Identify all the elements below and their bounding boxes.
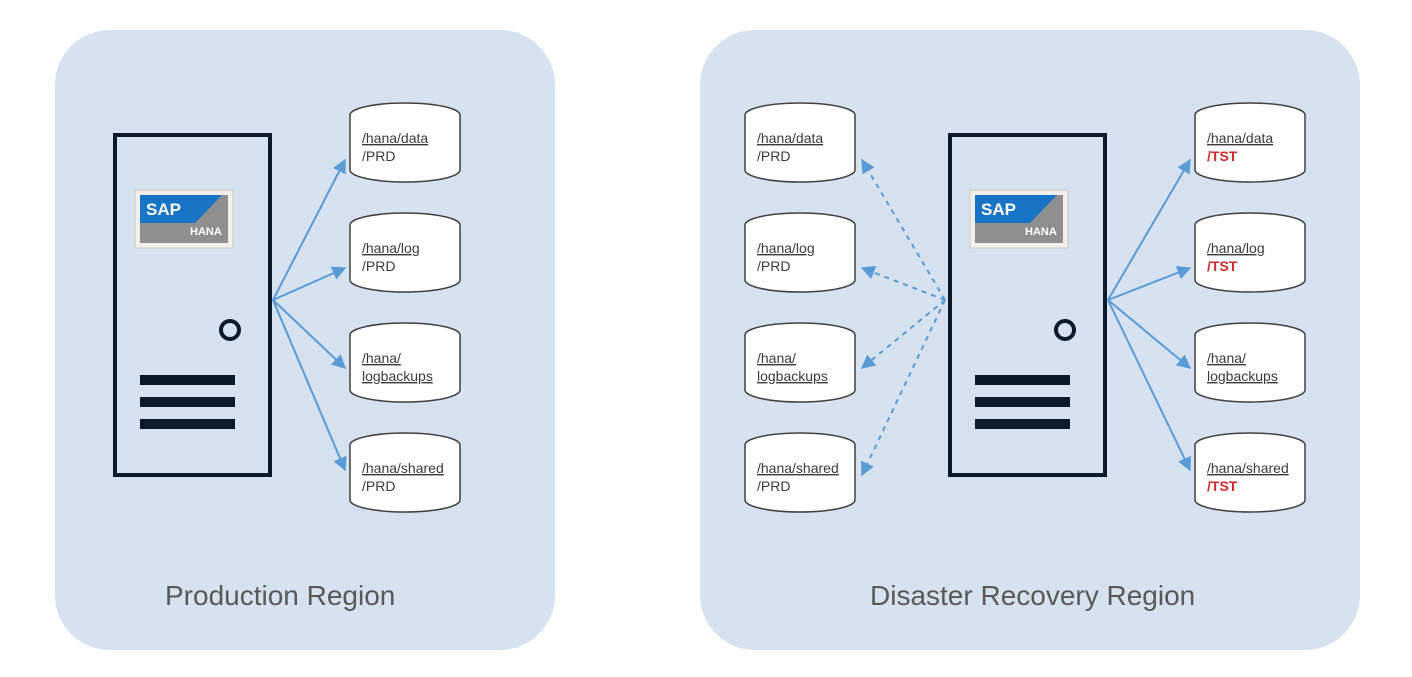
svg-text:logbackups: logbackups bbox=[1207, 368, 1278, 384]
prod-cylinder-data: /hana/data /PRD bbox=[350, 103, 460, 182]
svg-text:/TST: /TST bbox=[1207, 258, 1238, 274]
svg-text:SAP: SAP bbox=[981, 200, 1016, 219]
svg-text:/hana/data: /hana/data bbox=[757, 130, 823, 146]
svg-text:/PRD: /PRD bbox=[757, 478, 790, 494]
dr-left-cylinder-log: /hana/log /PRD bbox=[745, 213, 855, 292]
sap-logo-sub: HANA bbox=[190, 226, 222, 238]
svg-text:/hana/log: /hana/log bbox=[1207, 240, 1265, 256]
svg-text:/hana/shared: /hana/shared bbox=[757, 460, 839, 476]
svg-text:HANA: HANA bbox=[1025, 226, 1057, 238]
svg-text:/TST: /TST bbox=[1207, 148, 1238, 164]
dr-left-cylinder-shared: /hana/shared /PRD bbox=[745, 433, 855, 512]
svg-text:/hana/: /hana/ bbox=[1207, 350, 1246, 366]
cyl-label: /PRD bbox=[362, 148, 395, 164]
svg-text:/hana/data: /hana/data bbox=[1207, 130, 1273, 146]
prod-cylinder-shared: /hana/shared /PRD bbox=[350, 433, 460, 512]
dr-right-cylinder-logbackups: /hana/ logbackups bbox=[1195, 323, 1305, 402]
sap-hana-logo: SAP HANA bbox=[135, 190, 233, 248]
cyl-label: /PRD bbox=[362, 478, 395, 494]
dr-right-cylinder-log: /hana/log /TST bbox=[1195, 213, 1305, 292]
cyl-label: /hana/shared bbox=[362, 460, 444, 476]
cyl-label: /hana/data bbox=[362, 130, 428, 146]
production-region: Production Region SAP HANA bbox=[55, 30, 555, 650]
dr-right-cylinder-data: /hana/data /TST bbox=[1195, 103, 1305, 182]
cyl-label: /hana/ bbox=[362, 350, 401, 366]
dr-right-cylinder-shared: /hana/shared /TST bbox=[1195, 433, 1305, 512]
cyl-label: logbackups bbox=[362, 368, 433, 384]
prod-cylinder-logbackups: /hana/ logbackups bbox=[350, 323, 460, 402]
svg-text:/PRD: /PRD bbox=[757, 258, 790, 274]
production-region-label: Production Region bbox=[165, 580, 395, 611]
svg-text:/hana/log: /hana/log bbox=[757, 240, 815, 256]
svg-text:/hana/: /hana/ bbox=[757, 350, 796, 366]
cyl-label: /hana/log bbox=[362, 240, 420, 256]
dr-left-cylinder-logbackups: /hana/ logbackups bbox=[745, 323, 855, 402]
dr-region: Disaster Recovery Region /hana/data /PRD… bbox=[700, 30, 1360, 650]
svg-text:/hana/shared: /hana/shared bbox=[1207, 460, 1289, 476]
cyl-label: /PRD bbox=[362, 258, 395, 274]
svg-text:/TST: /TST bbox=[1207, 478, 1238, 494]
prod-cylinder-log: /hana/log /PRD bbox=[350, 213, 460, 292]
sap-hana-logo: SAP HANA bbox=[970, 190, 1068, 248]
svg-text:logbackups: logbackups bbox=[757, 368, 828, 384]
svg-text:/PRD: /PRD bbox=[757, 148, 790, 164]
sap-logo-text: SAP bbox=[146, 200, 181, 219]
dr-region-label: Disaster Recovery Region bbox=[870, 580, 1195, 611]
dr-left-cylinder-data: /hana/data /PRD bbox=[745, 103, 855, 182]
